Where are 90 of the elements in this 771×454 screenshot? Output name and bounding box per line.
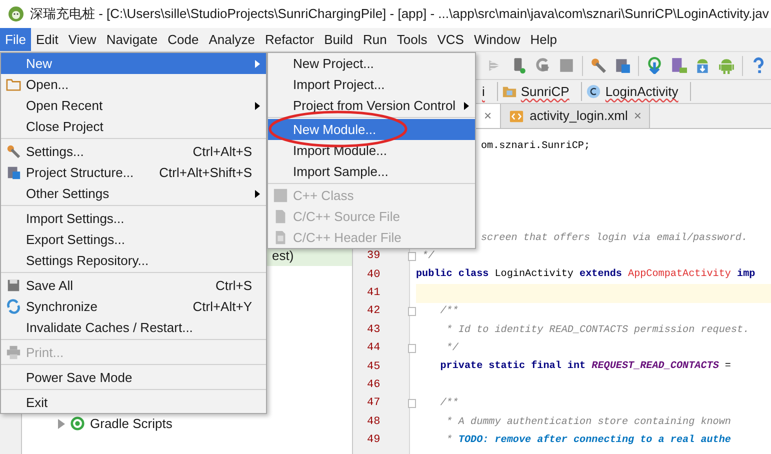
menu-item[interactable]: New Project... — [268, 53, 475, 74]
code-line: screen that offers login via email/password. — [481, 232, 748, 246]
menu-item[interactable]: Open Recent — [1, 95, 266, 116]
tab-close-button[interactable]: × — [484, 106, 492, 126]
menu-item[interactable]: VCS — [432, 28, 469, 51]
menu-item[interactable]: Navigate — [101, 28, 163, 51]
menu-item[interactable]: Save All Ctrl+S — [1, 275, 266, 296]
menu-item[interactable]: Build — [319, 28, 358, 51]
tree-item-label[interactable]: est) — [272, 246, 294, 266]
menu-item[interactable]: Import Sample... — [268, 161, 475, 182]
code-line: om.sznari.SunriCP; — [481, 140, 590, 154]
stop-icon[interactable] — [558, 57, 575, 74]
menu-item[interactable]: Help — [525, 28, 562, 51]
menu-item[interactable]: Synchronize Ctrl+Alt+Y — [1, 296, 266, 317]
breadcrumb-link[interactable]: SunriCP — [520, 82, 570, 102]
line-number: 42 — [367, 304, 380, 320]
menu-item[interactable]: Exit — [1, 392, 266, 413]
line-number: 43 — [367, 322, 380, 338]
android-download-icon[interactable] — [694, 57, 711, 74]
code-line: * A dummy authentication store containing known — [445, 416, 731, 430]
menu-item[interactable]: Run — [358, 28, 392, 51]
tab-label: activity_login.xml — [530, 107, 628, 126]
fold-marker-icon[interactable] — [408, 344, 416, 354]
line-number: 47 — [367, 396, 380, 412]
menu-item[interactable]: Window — [468, 28, 526, 51]
fold-marker-icon[interactable] — [408, 399, 416, 408]
menu-item[interactable]: Settings... Ctrl+Alt+S — [1, 141, 266, 162]
submenu-arrow-icon — [255, 60, 260, 68]
menu-item[interactable]: Edit — [30, 28, 64, 51]
tree-item-label[interactable]: Gradle Scripts — [90, 414, 172, 434]
menu-item[interactable]: Import Module... — [268, 140, 475, 161]
code-line: /** — [439, 304, 458, 320]
menu-item[interactable]: Other Settings — [1, 183, 266, 204]
editor-tab[interactable]: × — [476, 104, 501, 128]
menu-item[interactable]: View — [63, 28, 102, 51]
menu-item[interactable]: New Module... — [268, 119, 475, 140]
code-line: * Id to identity READ_CONTACTS permission request. — [445, 324, 750, 338]
fold-marker-icon[interactable] — [408, 252, 416, 262]
grid-icon[interactable] — [614, 57, 631, 74]
code-line: * TODO: remove after connecting to a real authe — [445, 434, 731, 448]
line-number: 45 — [367, 360, 380, 375]
grid-icon — [6, 165, 20, 180]
android-logo-icon — [8, 6, 24, 22]
menu-item[interactable]: Invalidate Caches / Restart... — [1, 317, 266, 338]
menu-item[interactable]: Power Save Mode — [1, 367, 266, 388]
submenu-arrow-icon — [255, 102, 260, 110]
submenu-arrow-icon — [255, 190, 260, 198]
class-icon — [586, 84, 602, 99]
menu-item[interactable]: Project Structure... Ctrl+Alt+Shift+S — [1, 162, 266, 183]
line-number: 40 — [367, 268, 380, 283]
menu-item[interactable]: Code — [162, 28, 204, 51]
submenu-arrow-icon — [464, 102, 469, 110]
download-icon[interactable] — [646, 57, 663, 74]
code-line: private static final int REQUEST_READ_CONTACTS = — [439, 360, 731, 374]
line-number: 49 — [367, 433, 380, 448]
menu-item[interactable]: Refactor — [260, 28, 320, 51]
gradle-icon — [70, 416, 85, 431]
menu-item[interactable]: Import Project... — [268, 74, 475, 95]
android-icon[interactable] — [718, 57, 735, 74]
fold-marker-icon[interactable] — [408, 307, 416, 316]
line-number: 41 — [367, 286, 380, 302]
menu-item[interactable]: Analyze — [204, 28, 260, 51]
xml-file-icon — [508, 108, 524, 124]
line-number: 44 — [367, 341, 380, 356]
menu-item[interactable]: Import Settings... — [1, 208, 266, 229]
line-number: 46 — [367, 378, 380, 394]
menu-item[interactable]: Tools — [392, 28, 432, 51]
menu-item[interactable]: Close Project — [1, 116, 266, 137]
device-icon[interactable] — [670, 57, 687, 74]
code-line: /** — [439, 396, 458, 412]
menu-item[interactable]: Export Settings... — [1, 229, 266, 250]
code-line: public class LoginActivity extends AppCompatActivity imp — [416, 268, 756, 282]
menu-item[interactable]: Open... — [1, 74, 266, 95]
folder-icon — [6, 77, 20, 92]
code-line: */ — [421, 250, 434, 264]
breadcrumb-link[interactable]: i — [482, 82, 485, 102]
folder-icon — [502, 84, 517, 99]
menu-item[interactable]: New — [1, 53, 266, 74]
printer-icon — [6, 345, 20, 360]
code-line: */ — [445, 342, 458, 356]
editor-tab[interactable]: activity_login.xml × — [500, 104, 650, 128]
line-number: 39 — [367, 249, 380, 264]
sync-icon — [6, 299, 20, 314]
breadcrumb-link[interactable]: LoginActivity — [605, 82, 678, 102]
window-title: 深瑞充电桩 - [C:\Users\sille\StudioProjects\SunriChargingPile] - [app] - ...\app\src\main\java\com\sznari\SunriCP\LoginActivity.jav — [30, 5, 769, 24]
menu-item[interactable]: File — [0, 28, 31, 51]
menu-item[interactable]: Project from Version Control — [268, 95, 475, 116]
tab-close-button[interactable]: × — [634, 106, 642, 126]
line-number: 48 — [367, 414, 380, 430]
menu-item[interactable]: Settings Repository... — [1, 250, 266, 271]
